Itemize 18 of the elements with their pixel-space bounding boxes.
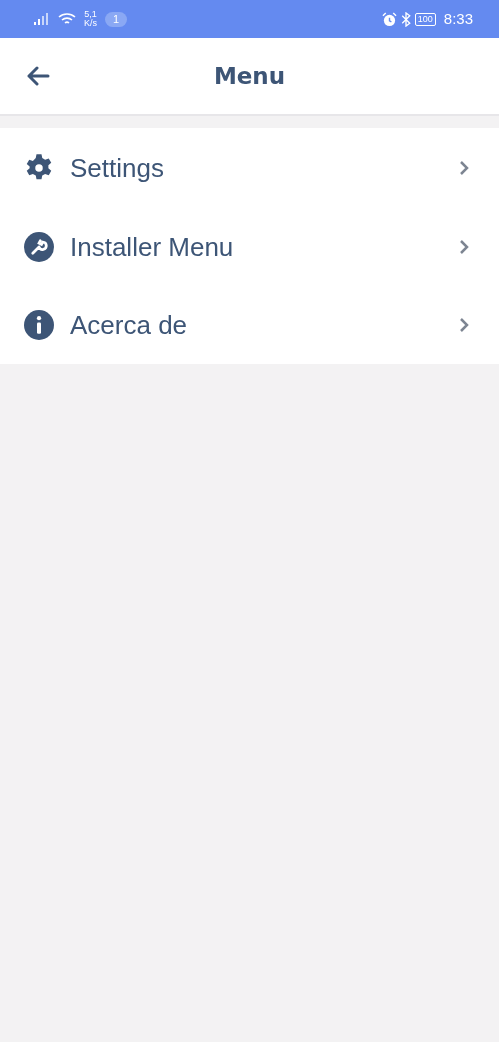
- network-speed: 5,1 K/s: [84, 10, 97, 28]
- menu-item[interactable]: Settings: [0, 128, 499, 208]
- info-icon: [24, 310, 54, 340]
- signal-icon: [34, 13, 50, 25]
- notification-badge: 1: [105, 11, 128, 27]
- menu-item[interactable]: Acerca de: [0, 286, 499, 364]
- bluetooth-icon: [400, 11, 411, 27]
- wrench-icon: [24, 232, 54, 262]
- page-title: Menu: [213, 61, 286, 91]
- chevron-right-icon: [459, 317, 469, 333]
- menu-item[interactable]: Installer Menu: [0, 208, 499, 286]
- alarm-icon: [381, 11, 397, 27]
- wifi-icon: [58, 12, 76, 26]
- chevron-right-icon: [459, 160, 469, 176]
- back-arrow-icon[interactable]: [26, 66, 50, 86]
- chevron-right-icon: [459, 239, 469, 255]
- battery-indicator: 100: [414, 12, 436, 26]
- clock-time: 8:33: [443, 8, 473, 29]
